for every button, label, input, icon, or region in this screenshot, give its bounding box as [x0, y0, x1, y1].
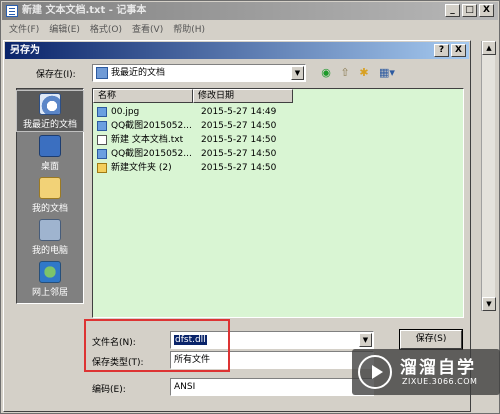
notepad-title: 新建 文本文档.txt - 记事本 [22, 5, 147, 16]
place-my-computer[interactable]: 我的电脑 [17, 217, 83, 257]
my-computer-icon [39, 219, 61, 241]
place-label: 网上邻居 [31, 288, 68, 298]
notepad-titlebar: 新建 文本文档.txt - 记事本 _ □ X [2, 2, 498, 20]
notepad-scrollbar[interactable]: ▲ ▼ [481, 41, 496, 311]
encoding-value: ANSI [174, 382, 196, 392]
recent-folder-icon [96, 67, 108, 79]
watermark: 溜溜自学 ZIXUE.3066.COM [352, 349, 500, 395]
file-date: 2015-5-27 14:50 [201, 135, 277, 145]
file-name: QQ截图2015052... [111, 121, 192, 131]
file-name: 00.jpg [111, 107, 140, 117]
red-highlight-box [84, 319, 230, 372]
encoding-label: 编码(E): [92, 385, 126, 395]
file-name: 新建 文本文档.txt [111, 135, 184, 145]
help-button[interactable]: ? [434, 44, 449, 57]
play-logo-icon [358, 355, 392, 389]
file-name: 新建文件夹 (2) [111, 163, 172, 173]
file-list[interactable]: 名称 修改日期 00.jpg 2015-5-27 14:49 QQ截图20150… [92, 88, 464, 318]
folder-icon [97, 163, 107, 173]
network-icon [39, 261, 61, 283]
image-file-icon [97, 121, 107, 131]
image-file-icon [97, 107, 107, 117]
up-folder-icon[interactable]: ⇧ [337, 65, 353, 81]
close-button[interactable]: X [479, 4, 494, 17]
image-file-icon [97, 149, 107, 159]
dialog-titlebar: 另存为 ? X [5, 42, 469, 59]
places-bar: 我最近的文档 桌面 我的文档 我的电脑 网上邻居 [16, 88, 84, 304]
file-name: QQ截图2015052... [111, 149, 192, 159]
place-network[interactable]: 网上邻居 [17, 259, 83, 299]
save-in-label: 保存在(I): [36, 70, 76, 80]
dialog-title: 另存为 [10, 45, 40, 56]
file-date: 2015-5-27 14:50 [201, 121, 277, 131]
place-recent[interactable]: 我最近的文档 [16, 90, 84, 132]
view-menu-icon[interactable]: ▦▾ [376, 65, 398, 81]
chevron-down-icon[interactable]: ▼ [359, 333, 372, 347]
place-label: 我最近的文档 [22, 120, 77, 130]
menu-help[interactable]: 帮助(H) [173, 22, 205, 38]
encoding-select[interactable]: ANSI [170, 378, 374, 396]
desktop-icon [39, 135, 61, 157]
menu-format[interactable]: 格式(O) [90, 22, 122, 38]
place-label: 我的电脑 [31, 246, 68, 256]
watermark-url: ZIXUE.3066.COM [402, 377, 478, 386]
place-label: 桌面 [40, 162, 59, 172]
column-header-name[interactable]: 名称 [93, 89, 193, 103]
watermark-name: 溜溜自学 [400, 358, 476, 378]
place-my-documents[interactable]: 我的文档 [17, 175, 83, 215]
menu-view[interactable]: 查看(V) [132, 22, 163, 38]
notepad-icon [6, 5, 18, 17]
menu-file[interactable]: 文件(F) [9, 22, 39, 38]
save-in-combo[interactable]: 我最近的文档 ▼ [92, 64, 306, 82]
save-in-value: 我最近的文档 [111, 68, 166, 78]
file-date: 2015-5-27 14:50 [201, 149, 277, 159]
minimize-button[interactable]: _ [445, 4, 460, 17]
maximize-button[interactable]: □ [462, 4, 477, 17]
save-button[interactable]: 保存(S) [399, 329, 463, 350]
place-desktop[interactable]: 桌面 [17, 133, 83, 173]
file-date: 2015-5-27 14:50 [201, 163, 277, 173]
recent-docs-icon [39, 93, 61, 115]
new-folder-icon[interactable]: ✱ [356, 65, 372, 81]
file-date: 2015-5-27 14:49 [201, 107, 277, 117]
back-icon[interactable]: ◉ [318, 65, 334, 81]
menu-edit[interactable]: 编辑(E) [49, 22, 80, 38]
text-file-icon [97, 135, 107, 145]
place-label: 我的文档 [31, 204, 68, 214]
my-documents-icon [39, 177, 61, 199]
menubar: 文件(F) 编辑(E) 格式(O) 查看(V) 帮助(H) [3, 22, 205, 38]
column-header-modified[interactable]: 修改日期 [193, 89, 293, 103]
dialog-close-button[interactable]: X [451, 44, 466, 57]
scroll-down-arrow-icon[interactable]: ▼ [482, 297, 496, 311]
chevron-down-icon[interactable]: ▼ [291, 66, 304, 80]
scroll-up-arrow-icon[interactable]: ▲ [482, 41, 496, 55]
